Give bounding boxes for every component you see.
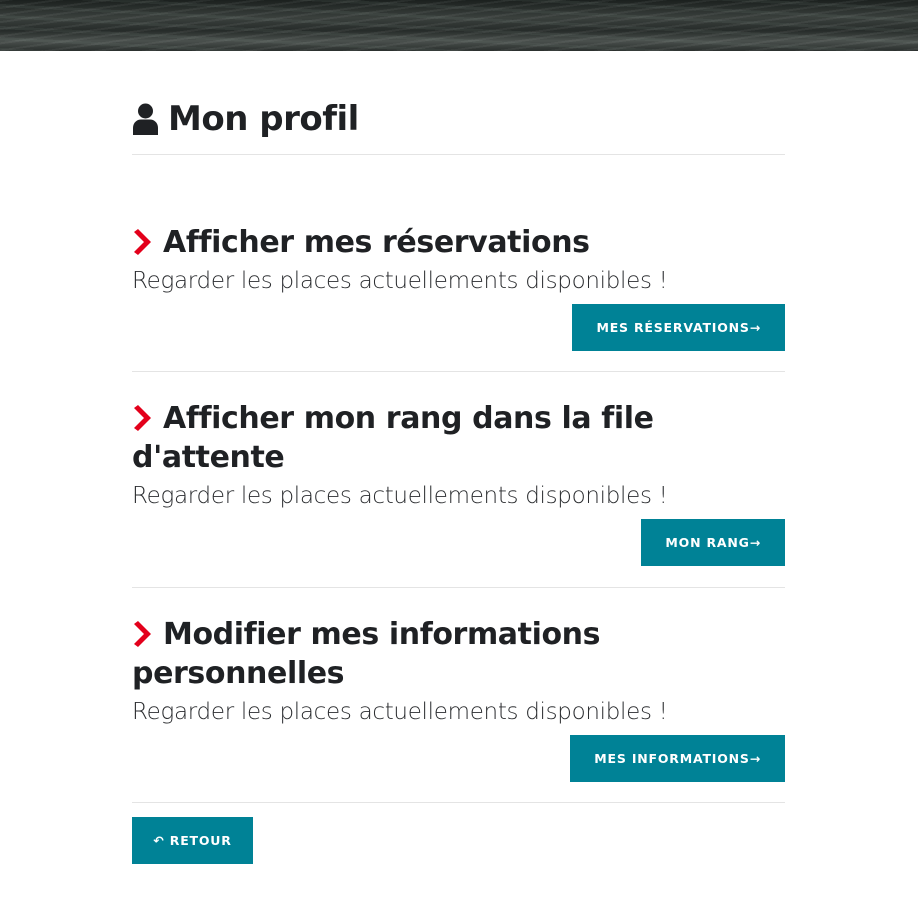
- section-description: Regarder les places actuellements dispon…: [132, 483, 668, 509]
- section-title-text: Afficher mon rang dans la file d'attente: [132, 401, 654, 475]
- chevron-right-icon: [134, 405, 151, 431]
- my-information-button[interactable]: MES INFORMATIONS→: [570, 735, 785, 782]
- section-description: Regarder les places actuellements dispon…: [132, 268, 668, 294]
- divider: [132, 154, 785, 155]
- section-personal-info: Modifier mes informations personnelles R…: [132, 615, 785, 782]
- chevron-right-icon: [134, 621, 151, 647]
- section-title-text: Modifier mes informations personnelles: [132, 617, 601, 691]
- section-title: Afficher mon rang dans la file d'attente: [132, 399, 785, 477]
- user-icon: [133, 103, 158, 135]
- section-queue-rank: Afficher mon rang dans la file d'attente…: [132, 399, 785, 566]
- back-button[interactable]: ↶ RETOUR: [132, 817, 253, 864]
- page-title-text: Mon profil: [168, 99, 359, 139]
- section-reservations: Afficher mes réservations Regarder les p…: [132, 223, 785, 351]
- section-title: Modifier mes informations personnelles: [132, 615, 785, 693]
- divider: [132, 802, 785, 803]
- divider: [132, 587, 785, 588]
- my-reservations-button[interactable]: MES RÉSERVATIONS→: [572, 304, 785, 351]
- chevron-right-icon: [134, 229, 151, 255]
- page-title: Mon profil: [132, 97, 359, 141]
- section-title: Afficher mes réservations: [132, 223, 785, 262]
- section-title-text: Afficher mes réservations: [163, 225, 590, 260]
- header-banner-image: [0, 0, 918, 51]
- section-description: Regarder les places actuellements dispon…: [132, 699, 668, 725]
- my-rank-button[interactable]: MON RANG→: [641, 519, 785, 566]
- divider: [132, 371, 785, 372]
